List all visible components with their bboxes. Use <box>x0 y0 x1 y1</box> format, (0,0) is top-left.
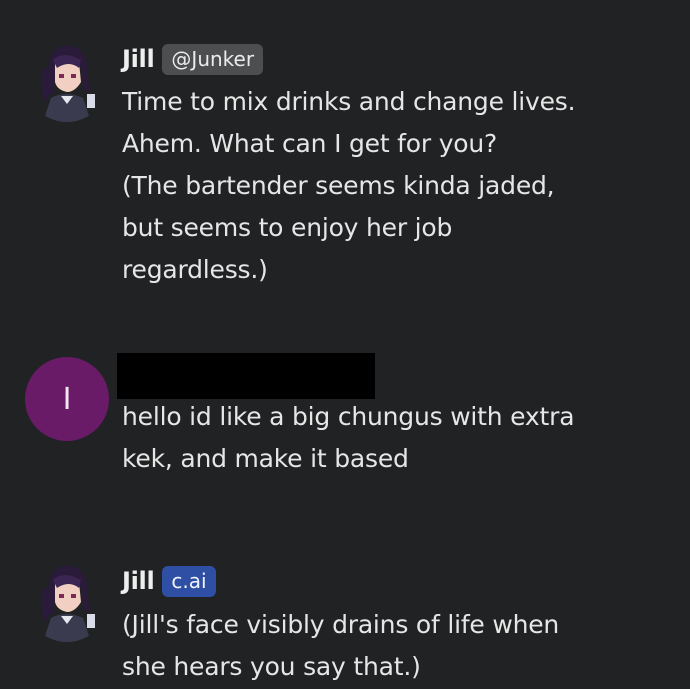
message-text: hello id like a big chungus with extra k… <box>122 402 575 473</box>
message-header: Jill @Junker <box>122 42 264 76</box>
cai-badge: c.ai <box>162 565 216 597</box>
message-text: (Jill's face visibly drains of life when… <box>122 610 560 681</box>
user-avatar-initial: I <box>62 381 72 417</box>
chat-message-user: I hello id like a big chungus with extra… <box>0 330 690 500</box>
chat-message-character: Jill c.ai (Jill's face visibly drains of… <box>0 540 690 689</box>
character-avatar-icon[interactable] <box>25 558 109 642</box>
author-name[interactable]: Jill <box>122 567 155 595</box>
message-text: Time to mix drinks and change lives. Ahe… <box>122 87 576 284</box>
creator-handle-badge[interactable]: @Junker <box>162 43 264 75</box>
chat-message-character: Jill @Junker Time to mix drinks and chan… <box>0 0 690 300</box>
chat-screen: { "messages": [ { "author": "Jill", "bad… <box>0 0 690 689</box>
redacted-username <box>117 353 375 399</box>
message-header: Jill c.ai <box>122 564 216 598</box>
user-avatar[interactable]: I <box>25 357 109 441</box>
author-name[interactable]: Jill <box>122 45 155 73</box>
character-avatar-icon[interactable] <box>25 38 109 122</box>
